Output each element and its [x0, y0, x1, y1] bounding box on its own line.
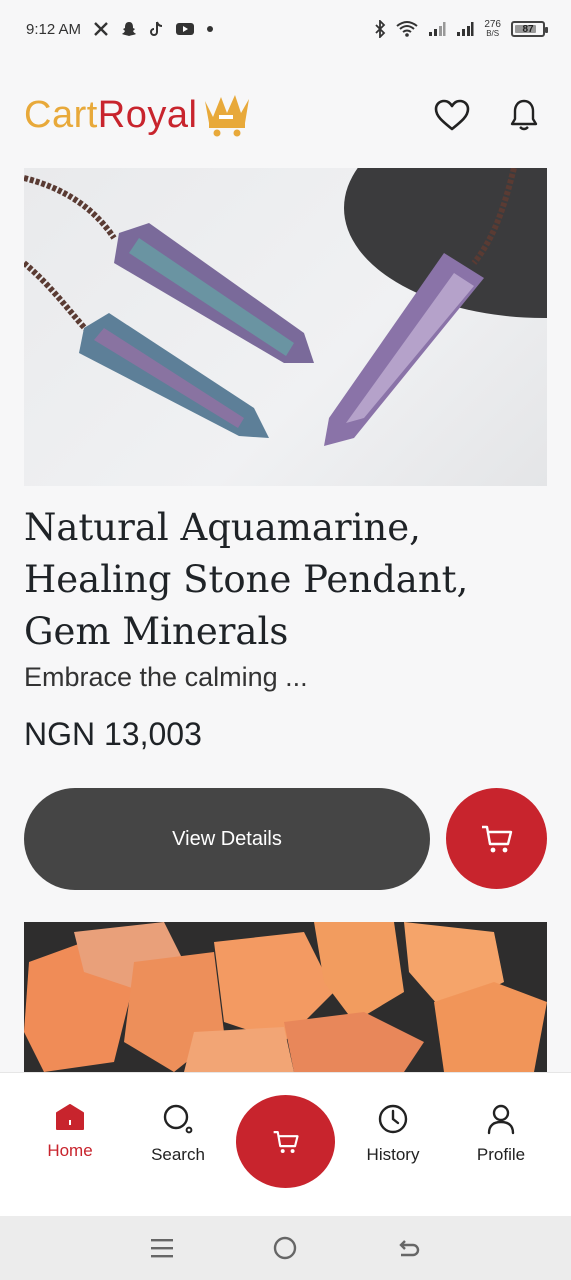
status-bar: 9:12 AM 276 B/S 87 [0, 0, 571, 58]
nav-home[interactable]: Home [20, 1103, 120, 1161]
wifi-icon [396, 20, 418, 38]
home-icon [55, 1103, 85, 1131]
home-circle-icon[interactable] [273, 1236, 297, 1260]
nav-home-label: Home [47, 1141, 93, 1160]
signal-sim1-icon [428, 21, 446, 37]
nav-profile[interactable]: Profile [451, 1103, 551, 1165]
view-details-button[interactable]: View Details [24, 788, 430, 890]
wishlist-heart-icon[interactable] [433, 96, 471, 134]
nav-history-label: History [366, 1145, 420, 1164]
app-header: Cart Royal [24, 80, 547, 150]
nav-search-label: Search [151, 1145, 205, 1164]
cartroyal-logo[interactable]: Cart Royal [24, 91, 251, 139]
network-speed: 276 B/S [484, 19, 501, 39]
youtube-icon [176, 22, 195, 36]
crown-cart-icon [201, 91, 251, 139]
system-navigation-bar [0, 1216, 571, 1280]
signal-sim2-icon [456, 21, 474, 37]
product-image[interactable] [24, 168, 547, 486]
cart-icon [480, 824, 514, 854]
x-app-icon [93, 21, 109, 37]
snapchat-icon [121, 21, 137, 37]
network-speed-unit: B/S [486, 29, 500, 38]
nav-search[interactable]: Search [128, 1103, 228, 1165]
nav-cart-button[interactable] [236, 1095, 335, 1188]
more-notifications-dot-icon [206, 25, 214, 33]
logo-cart-text: Cart [24, 93, 98, 136]
logo-royal-text: Royal [97, 93, 198, 136]
back-icon[interactable] [397, 1237, 421, 1259]
network-speed-value: 276 [484, 19, 501, 30]
search-icon [162, 1103, 194, 1135]
notifications-bell-icon[interactable] [505, 96, 543, 134]
battery-icon: 87 [511, 21, 548, 37]
add-to-cart-button[interactable] [446, 788, 547, 889]
bluetooth-icon [374, 20, 386, 38]
bottom-navigation: Home Search History Profile [0, 1072, 571, 1216]
status-time: 9:12 AM [26, 20, 82, 38]
product-image-2[interactable] [24, 922, 547, 1072]
battery-level: 87 [522, 23, 534, 35]
nav-profile-label: Profile [476, 1145, 526, 1164]
product-description: Embrace the calming ... [24, 662, 308, 692]
nav-history[interactable]: History [343, 1103, 443, 1165]
tiktok-icon [149, 21, 164, 37]
recents-menu-icon[interactable] [150, 1237, 174, 1259]
clock-icon [377, 1103, 409, 1135]
user-icon [486, 1103, 516, 1135]
product-title[interactable]: Natural Aquamarine, Healing Stone Pendan… [24, 502, 547, 658]
cart-icon [272, 1129, 300, 1155]
product-price: NGN 13,003 [24, 716, 202, 752]
